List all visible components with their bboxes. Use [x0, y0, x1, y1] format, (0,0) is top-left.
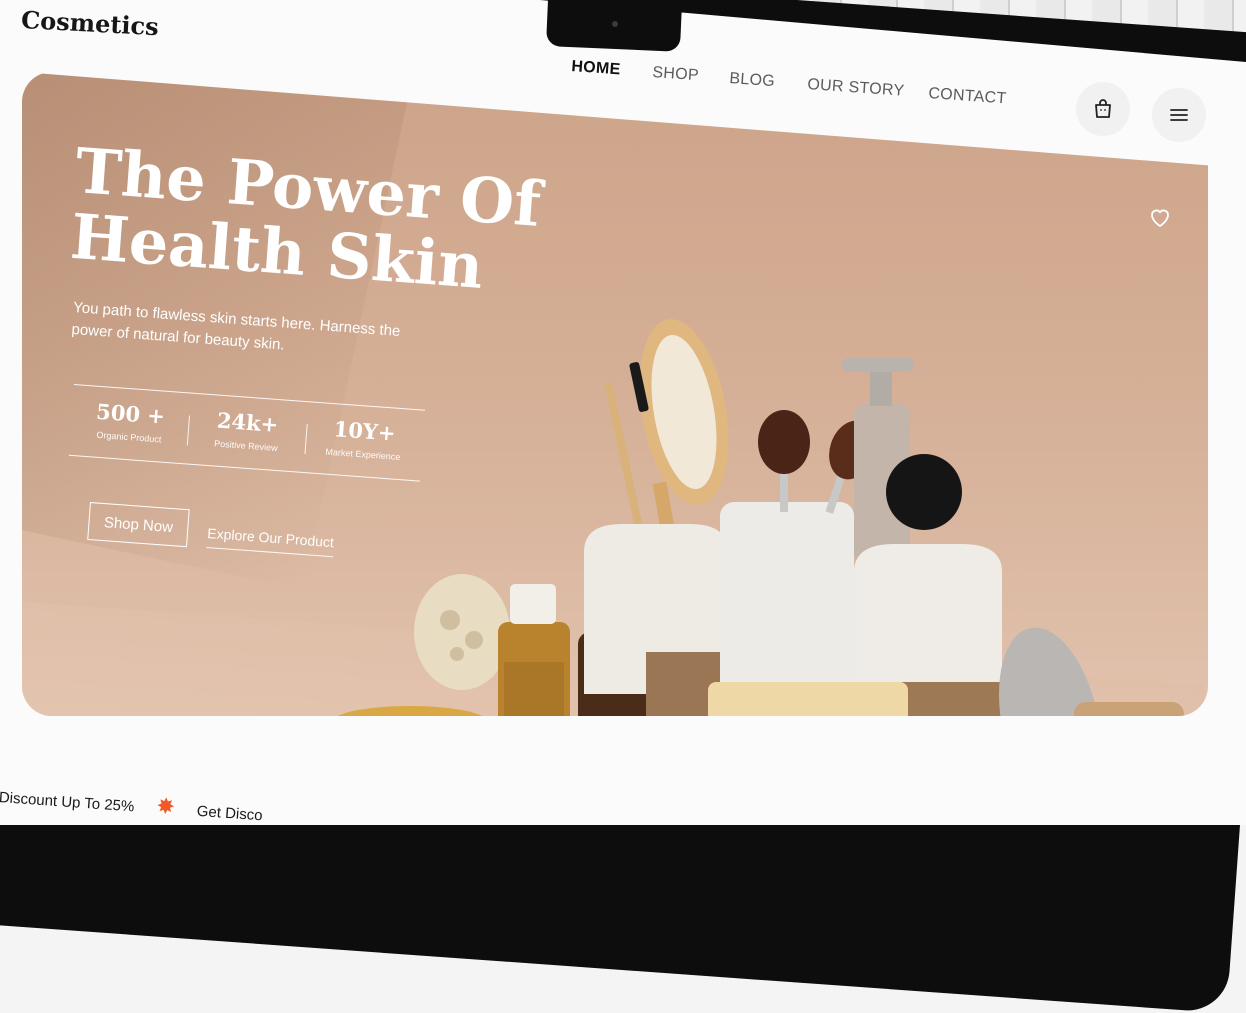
device-screen: Cosmetics HOME SHOP BLOG OUR STORY CONTA… [0, 0, 1246, 825]
stat-label: Positive Review [213, 438, 278, 454]
nav-contact[interactable]: CONTACT [928, 85, 1007, 108]
nav-shop[interactable]: SHOP [652, 64, 700, 85]
marquee-item: Get Disco [196, 802, 264, 825]
stat-label: Market Experience [325, 446, 401, 463]
stat-positive-review: 24k+ Positive Review [186, 394, 308, 472]
starburst-icon: ✸ [155, 793, 176, 820]
nav-home[interactable]: HOME [571, 58, 621, 79]
stat-value: 500 + [95, 398, 166, 429]
stat-market-experience: 10Y+ Market Experience [303, 402, 425, 480]
menu-button[interactable] [1152, 88, 1206, 142]
nav-our-story[interactable]: OUR STORY [807, 76, 905, 101]
camera-icon [612, 21, 618, 27]
products-illustration [332, 319, 1184, 716]
stat-value: 24k+ [216, 407, 280, 438]
discount-marquee: Discount Up To 25% ✸ Get Disco [0, 782, 264, 825]
stat-label: Organic Product [96, 429, 162, 445]
heart-icon[interactable] [1148, 206, 1172, 228]
marquee-item: Discount Up To 25% [0, 788, 135, 816]
stat-value: 10Y+ [332, 416, 397, 446]
stat-organic-product: 500 + Organic Product [69, 385, 191, 463]
shopping-bag-icon [1095, 99, 1111, 118]
cart-button[interactable] [1076, 82, 1130, 136]
shop-now-button[interactable]: Shop Now [87, 502, 190, 548]
brand-logo[interactable]: Cosmetics [20, 5, 159, 41]
nav-blog[interactable]: BLOG [729, 70, 776, 91]
hamburger-menu-icon [1170, 109, 1188, 121]
